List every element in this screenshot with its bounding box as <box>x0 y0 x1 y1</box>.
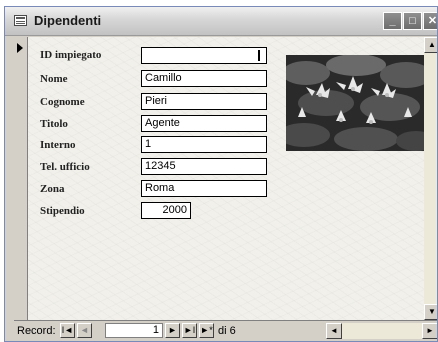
record-label: Record: <box>17 325 56 337</box>
minimize-button[interactable]: _ <box>383 12 402 30</box>
record-count: di 6 <box>218 325 236 337</box>
current-record-input[interactable]: 1 <box>105 323 163 338</box>
form-detail-section: ID impiegato Nome Camillo Cognome Pieri … <box>28 37 424 320</box>
label-nome: Nome <box>40 73 68 85</box>
scroll-left-button[interactable]: ◄ <box>326 323 342 339</box>
first-record-button[interactable]: I◄ <box>60 323 75 338</box>
scroll-up-button[interactable]: ▲ <box>424 37 437 53</box>
form-window: Dipendenti _ □ ✕ ID impiegato Nome Camil… <box>4 6 438 342</box>
horizontal-scrollbar[interactable]: ◄ ► <box>326 323 437 339</box>
record-navigation-bar: Record: I◄ ◄ 1 ► ►I ►* di 6 ◄ ► <box>14 320 437 341</box>
stipendio-field[interactable]: 2000 <box>141 202 191 219</box>
maximize-button[interactable]: □ <box>403 12 422 30</box>
window-title: Dipendenti <box>34 13 102 28</box>
record-selector[interactable] <box>14 37 28 320</box>
label-interno: Interno <box>40 139 76 151</box>
interno-field[interactable]: 1 <box>141 136 267 153</box>
next-record-button[interactable]: ► <box>165 323 180 338</box>
label-id-impiegato: ID impiegato <box>40 49 102 61</box>
new-record-button[interactable]: ►* <box>199 323 214 338</box>
label-titolo: Titolo <box>40 118 68 130</box>
label-tel-ufficio: Tel. ufficio <box>40 161 90 173</box>
nome-field[interactable]: Camillo <box>141 70 267 87</box>
label-stipendio: Stipendio <box>40 205 85 217</box>
tel-ufficio-field[interactable]: 12345 <box>141 158 267 175</box>
label-zona: Zona <box>40 183 65 195</box>
current-record-arrow-icon <box>17 43 23 53</box>
cognome-field[interactable]: Pieri <box>141 93 267 110</box>
scroll-down-button[interactable]: ▼ <box>424 304 437 320</box>
form-view-icon[interactable] <box>14 15 27 26</box>
previous-record-button[interactable]: ◄ <box>77 323 92 338</box>
employee-photo <box>286 55 424 151</box>
label-cognome: Cognome <box>40 96 85 108</box>
titolo-field[interactable]: Agente <box>141 115 267 132</box>
title-bar[interactable]: Dipendenti _ □ ✕ <box>5 7 437 36</box>
id-impiegato-field[interactable] <box>141 47 267 64</box>
vertical-scrollbar[interactable]: ▲ ▼ <box>424 37 437 320</box>
last-record-button[interactable]: ►I <box>182 323 197 338</box>
scroll-right-button[interactable]: ► <box>422 323 437 339</box>
zona-field[interactable]: Roma <box>141 180 267 197</box>
close-button[interactable]: ✕ <box>423 12 437 30</box>
text-cursor <box>258 50 260 61</box>
